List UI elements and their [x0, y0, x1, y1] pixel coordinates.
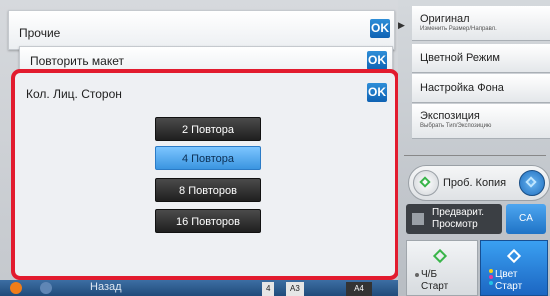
paper-tray-count: 4: [262, 282, 275, 296]
option-4-repeats[interactable]: 4 Повтора: [155, 146, 261, 170]
proof-copy-button[interactable]: Проб. Копия: [408, 165, 550, 201]
panel-sides-count: Кол. Лиц. Сторон OK 2 Повтора 4 Повтора …: [11, 69, 399, 280]
start-color-sub: Старт: [495, 281, 523, 292]
panel-misc[interactable]: Прочие OK: [8, 10, 395, 50]
option-16-repeats[interactable]: 16 Повторов: [155, 209, 261, 233]
original-button[interactable]: Оригинал Изменить Размер/Направл.: [412, 6, 550, 41]
color-mode-button[interactable]: Цветной Режим: [412, 44, 550, 73]
preview-label: Предварит. Просмотр: [432, 207, 485, 230]
proof-copy-label: Проб. Копия: [443, 177, 507, 189]
bw-indicator-dot: [415, 273, 419, 277]
clear-all-button[interactable]: CA: [506, 204, 546, 234]
original-title: Оригинал: [420, 13, 470, 25]
exposure-title: Экспозиция: [420, 110, 480, 122]
ok-button-misc[interactable]: OK: [370, 19, 390, 38]
exposure-button[interactable]: Экспозиция Выбрать Тип/Экспозицию: [412, 104, 550, 139]
proof-color-icon[interactable]: [519, 170, 545, 196]
home-icon[interactable]: [10, 282, 22, 294]
preview-button[interactable]: Предварит. Просмотр: [406, 204, 502, 234]
start-color-button[interactable]: Цвет Старт: [480, 240, 548, 296]
start-color-label: Цвет: [495, 269, 518, 280]
start-color-icon: [506, 248, 522, 264]
panel-repeat-label: Повторить макет: [30, 54, 124, 68]
right-panel: ▶ Оригинал Изменить Размер/Направл. Цвет…: [398, 0, 550, 296]
color-mode-title: Цветной Режим: [420, 52, 500, 64]
color-dot-yellow: [489, 269, 493, 273]
divider: [404, 155, 546, 156]
proof-bw-icon[interactable]: [413, 170, 439, 196]
start-bw-button[interactable]: Ч/Б Старт: [406, 240, 478, 296]
ok-button-repeat[interactable]: OK: [367, 51, 387, 70]
start-icon: [432, 248, 448, 264]
chevron-right-icon[interactable]: ▶: [398, 20, 408, 31]
color-dot-magenta: [489, 275, 493, 279]
ok-button-sides[interactable]: OK: [367, 83, 387, 102]
paper-size-a4: A4: [346, 282, 372, 296]
back-button[interactable]: Назад: [90, 281, 122, 293]
option-8-repeats[interactable]: 8 Повторов: [155, 178, 261, 202]
main-area: Прочие OK Повторить макет OK Кол. Лиц. С…: [0, 0, 399, 296]
bottom-status-bar: Назад 4 A3 A4: [0, 280, 398, 296]
background-setting-button[interactable]: Настройка Фона: [412, 74, 550, 103]
panel-sides-label: Кол. Лиц. Сторон: [26, 87, 122, 101]
paper-size-a3: A3: [286, 282, 304, 296]
start-bw-label: Ч/Б: [421, 269, 438, 280]
color-dot-cyan: [489, 281, 493, 285]
start-bw-sub: Старт: [421, 281, 449, 292]
preview-icon: [412, 213, 424, 225]
menu-icon[interactable]: [40, 282, 52, 294]
background-title: Настройка Фона: [420, 82, 504, 94]
option-2-repeats[interactable]: 2 Повтора: [155, 117, 261, 141]
panel-misc-label: Прочие: [19, 26, 61, 40]
exposure-subtitle: Выбрать Тип/Экспозицию: [420, 123, 492, 129]
original-subtitle: Изменить Размер/Направл.: [420, 26, 497, 32]
